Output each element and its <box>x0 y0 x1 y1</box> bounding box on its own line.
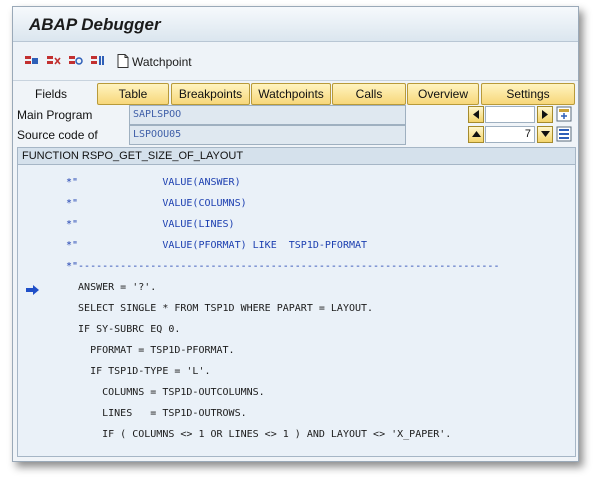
breakpoint-set-icon[interactable] <box>25 55 39 67</box>
code-line[interactable]: COLUMNS = TSP1D-OUTCOLUMNS. <box>66 385 575 401</box>
code-line[interactable]: IF TSP1D-TYPE = 'L'. <box>66 364 575 380</box>
source-code-label: Source code of <box>17 128 98 142</box>
code-line[interactable]: *"--------------------------------------… <box>66 259 575 275</box>
page-icon[interactable] <box>117 54 129 73</box>
scroll-down-button[interactable] <box>537 126 553 143</box>
source-code-row: Source code of LSPOOU05 7 <box>13 125 578 145</box>
code-line[interactable]: IF SY-SUBRC EQ 0. <box>66 322 575 338</box>
main-program-row: Main Program SAPLSPOO <box>13 105 578 125</box>
main-program-label: Main Program <box>17 108 93 122</box>
code-line[interactable]: *" VALUE(PFORMAT) LIKE TSP1D-PFORMAT <box>66 238 575 254</box>
breakpoint-toggle-icon[interactable] <box>69 55 83 67</box>
source-code-field[interactable]: LSPOOU05 <box>129 125 406 145</box>
tab-row: Fields Table Breakpoints Watchpoints Cal… <box>13 83 578 105</box>
function-header: FUNCTION RSPO_GET_SIZE_OF_LAYOUT <box>18 148 575 165</box>
debugger-window: ABAP Debugger Watchpoint Fields Table Br… <box>12 6 579 462</box>
scroll-right-button[interactable] <box>537 106 553 123</box>
breakpoint-list-icon[interactable] <box>91 55 105 67</box>
main-program-field[interactable]: SAPLSPOO <box>129 105 406 125</box>
code-line[interactable]: SELECT SINGLE * FROM TSP1D WHERE PAPART … <box>66 301 575 317</box>
tab-breakpoints[interactable]: Breakpoints <box>171 83 250 105</box>
scroll-up-button[interactable] <box>468 126 484 143</box>
watchpoint-button[interactable]: Watchpoint <box>132 55 192 69</box>
code-line-current[interactable]: ANSWER = '?'. <box>66 280 575 296</box>
source-code-panel: FUNCTION RSPO_GET_SIZE_OF_LAYOUT *" VALU… <box>17 147 576 457</box>
display-settings-icon[interactable] <box>556 126 572 142</box>
code-line[interactable]: IF ( COLUMNS <> 1 OR LINES <> 1 ) AND LA… <box>66 427 575 443</box>
tab-settings[interactable]: Settings <box>481 83 575 105</box>
tab-overview[interactable]: Overview <box>407 83 479 105</box>
window-title: ABAP Debugger <box>29 15 161 34</box>
breakpoint-delete-icon[interactable] <box>47 55 61 67</box>
tab-fields[interactable]: Fields <box>35 87 67 101</box>
tab-watchpoints[interactable]: Watchpoints <box>251 83 331 105</box>
horizontal-position-field[interactable] <box>485 106 535 123</box>
scroll-left-button[interactable] <box>468 106 484 123</box>
code-line[interactable]: LINES = TSP1D-OUTROWS. <box>66 406 575 422</box>
code-line[interactable]: PFORMAT = TSP1D-PFORMAT. <box>66 343 575 359</box>
code-line[interactable]: *" VALUE(COLUMNS) <box>66 196 575 212</box>
line-number-field[interactable]: 7 <box>485 126 535 143</box>
code-line[interactable]: *" VALUE(ANSWER) <box>66 175 575 191</box>
tab-table[interactable]: Table <box>97 83 169 105</box>
code-line[interactable]: *" VALUE(LINES) <box>66 217 575 233</box>
current-statement-arrow-icon <box>26 282 40 300</box>
expand-view-icon[interactable] <box>556 106 572 122</box>
tab-calls[interactable]: Calls <box>332 83 406 105</box>
toolbar: Watchpoint <box>13 42 578 81</box>
title-bar: ABAP Debugger <box>13 7 578 42</box>
